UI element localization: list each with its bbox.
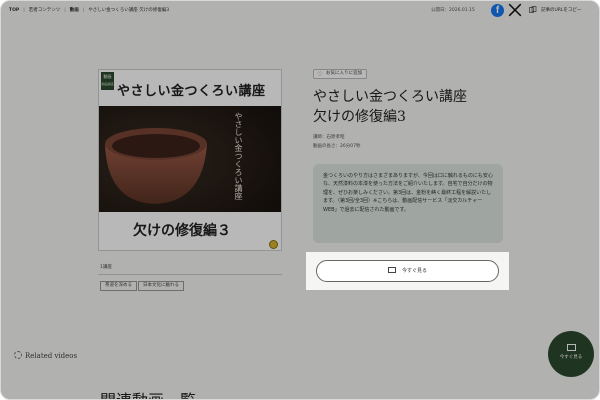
thumbnail-tag-sub: 動画講座 bbox=[101, 82, 114, 86]
tv-icon bbox=[387, 266, 396, 273]
related-videos-heading: 関連動画一覧 bbox=[100, 387, 196, 399]
breadcrumb-current: やさしい金つくろい講座 欠けの修復編3 bbox=[88, 8, 170, 13]
watch-now-label: 今すぐ見る bbox=[401, 268, 427, 274]
tag-link-chado[interactable]: 茶道を深める bbox=[100, 281, 137, 291]
instructor: 講師：石原孝昭 bbox=[313, 135, 345, 140]
tag-link-japanese-culture[interactable]: 日本文化に触れる bbox=[138, 281, 184, 291]
breadcrumb-separator: | bbox=[64, 7, 66, 13]
thumbnail-tag: 動画 bbox=[101, 72, 114, 90]
add-favorite-button[interactable]: ♡ お気に入りに追加 bbox=[313, 69, 367, 79]
tea-bowl-photo bbox=[99, 106, 281, 212]
divider bbox=[98, 274, 282, 275]
thumbnail-title: やさしい金つくろい講座 bbox=[117, 84, 266, 99]
tea-bowl-image bbox=[99, 106, 281, 212]
floating-watch-button[interactable]: 今すぐ見る bbox=[548, 331, 594, 377]
video-title: やさしい金つくろい講座 欠けの修復編3 bbox=[313, 87, 513, 127]
video-title-line1: やさしい金つくろい講座 bbox=[313, 89, 467, 105]
tv-icon bbox=[566, 344, 576, 351]
breadcrumb-videos-link[interactable]: 動画 bbox=[70, 7, 79, 13]
floating-watch-label: 今すぐ見る bbox=[559, 355, 583, 360]
breadcrumb-separator: | bbox=[23, 7, 25, 13]
publish-date: 公開日：2026.01.15 bbox=[431, 8, 475, 13]
related-videos-label: Related videos bbox=[25, 352, 78, 360]
x-icon[interactable] bbox=[508, 3, 522, 17]
video-thumbnail: 動画 動画講座 やさしい金つくろい講座 やさしい金つくろい講座 欠けの修復編３ bbox=[98, 69, 282, 251]
copy-link-label[interactable]: 記事のURLをコピー bbox=[541, 7, 581, 13]
thumbnail-subtitle: 欠けの修復編３ bbox=[133, 223, 231, 239]
page-frame: TOP | 若者コンテンツ | 動画 | やさしい金つくろい講座 欠けの修復編3… bbox=[0, 0, 600, 400]
copy-link-icon[interactable] bbox=[529, 6, 537, 13]
breadcrumb-category-link[interactable]: 若者コンテンツ bbox=[29, 7, 61, 13]
thumbnail-vertical-text: やさしい金つくろい講座 bbox=[234, 112, 243, 200]
watch-now-button[interactable]: 今すぐ見る bbox=[316, 260, 499, 282]
lesson-count: 1講座 bbox=[100, 265, 112, 270]
breadcrumb-top-link[interactable]: TOP bbox=[9, 8, 19, 13]
thumbnail-seal-icon bbox=[269, 240, 278, 249]
related-icon bbox=[14, 351, 22, 359]
video-title-line2: 欠けの修復編3 bbox=[313, 109, 406, 125]
duration: 動画の長さ：26分07秒 bbox=[313, 144, 361, 149]
breadcrumb-separator: | bbox=[82, 7, 85, 13]
video-description: 金つくろいのやり方はさまざまありますが、今回は口に触れるものにも安心な、天然漆料… bbox=[313, 164, 503, 243]
facebook-icon[interactable]: f bbox=[491, 4, 504, 17]
heart-icon: ♡ bbox=[317, 71, 323, 78]
add-favorite-label: お気に入りに追加 bbox=[326, 71, 362, 76]
